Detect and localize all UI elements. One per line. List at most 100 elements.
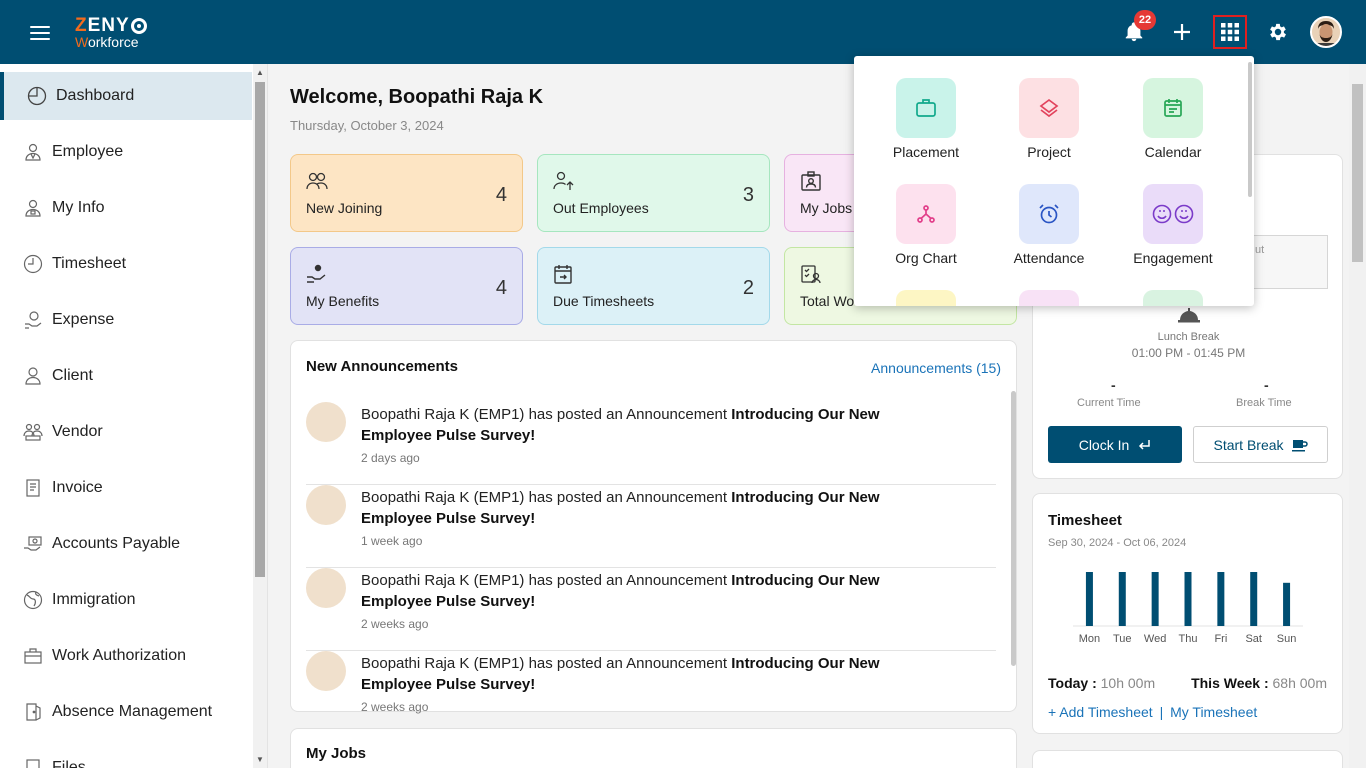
timesheet-title: Timesheet: [1048, 512, 1122, 529]
chart-bar-sun: [1283, 582, 1291, 626]
announcement-time: 1 week ago: [361, 534, 423, 548]
announcements-scrollbar[interactable]: [1011, 391, 1016, 666]
stat-label: Out Employees: [553, 200, 649, 216]
avatar: [306, 485, 346, 525]
sidebar-item-label: Employee: [52, 143, 124, 160]
add-timesheet-link[interactable]: + Add Timesheet: [1048, 704, 1153, 720]
avatar: [306, 568, 346, 608]
scroll-down-icon[interactable]: ▼: [256, 755, 264, 764]
org-chart-icon: [896, 184, 956, 244]
stat-card-due-timesheets[interactable]: Due Timesheets 2: [537, 247, 770, 325]
link-separator: |: [1159, 704, 1164, 720]
announcements-link[interactable]: Announcements (15): [871, 360, 1001, 376]
app-attendance[interactable]: Attendance: [994, 184, 1104, 266]
payable-icon: [22, 533, 44, 555]
user-out-icon: [553, 171, 575, 191]
top-bar: Z ENY Workforce 22: [0, 0, 1366, 64]
logo[interactable]: Z ENY Workforce: [75, 16, 147, 49]
sidebar-item-files[interactable]: Files: [0, 744, 252, 768]
today-hours: Today : 10h 00m: [1048, 675, 1156, 691]
sidebar-item-client[interactable]: Client: [0, 352, 252, 400]
app-label: Engagement: [1133, 250, 1213, 266]
sidebar-item-vendor[interactable]: Vendor: [0, 408, 252, 456]
clock-in-button[interactable]: Clock In: [1048, 426, 1182, 463]
menu-icon[interactable]: [30, 26, 50, 40]
hand-coin-icon: [306, 264, 328, 284]
avatar: [306, 402, 346, 442]
enter-icon: [1137, 439, 1151, 451]
list-item[interactable]: Boopathi Raja K (EMP1) has posted an Ann…: [306, 402, 996, 485]
app-calendar[interactable]: Calendar: [1118, 78, 1228, 160]
alarm-clock-icon: [1019, 184, 1079, 244]
stat-card-new-joining[interactable]: New Joining 4: [290, 154, 523, 232]
door-icon: [22, 701, 44, 723]
lunch-break-time: 01:00 PM - 01:45 PM: [1131, 346, 1246, 360]
user-info-icon: [22, 197, 44, 219]
timesheet-range: Sep 30, 2024 - Oct 06, 2024: [1048, 537, 1187, 549]
scroll-up-icon[interactable]: ▲: [256, 68, 264, 77]
sidebar-item-absence-management[interactable]: Absence Management: [0, 688, 252, 736]
stat-card-out-employees[interactable]: Out Employees 3: [537, 154, 770, 232]
sidebar-scroll-thumb[interactable]: [255, 82, 265, 577]
sidebar-item-immigration[interactable]: Immigration: [0, 576, 252, 624]
sidebar-item-dashboard[interactable]: Dashboard: [0, 72, 252, 120]
coffee-icon: [1291, 438, 1308, 452]
timesheet-card: Timesheet Sep 30, 2024 - Oct 06, 2024 Mo…: [1032, 493, 1343, 734]
avatar: [306, 651, 346, 691]
sidebar-item-expense[interactable]: Expense: [0, 296, 252, 344]
stat-value: 4: [495, 184, 507, 206]
sidebar-item-timesheet[interactable]: Timesheet: [0, 240, 252, 288]
person-icon: [22, 365, 44, 387]
notification-badge: 22: [1134, 10, 1156, 30]
sidebar-item-invoice[interactable]: Invoice: [0, 464, 252, 512]
app-tile-icon: [896, 290, 956, 306]
app-tile[interactable]: [994, 290, 1104, 306]
chart-tick-label: Sun: [1277, 633, 1297, 645]
app-engagement[interactable]: Engagement: [1118, 184, 1228, 266]
list-item[interactable]: Boopathi Raja K (EMP1) has posted an Ann…: [306, 651, 996, 714]
current-time-label: Current Time: [1077, 397, 1141, 409]
break-time-value: -: [1264, 377, 1269, 393]
start-break-button[interactable]: Start Break: [1193, 426, 1328, 463]
employee-icon: [22, 141, 44, 163]
app-tile-icon: [1143, 290, 1203, 306]
sidebar-item-employee[interactable]: Employee: [0, 128, 252, 176]
sidebar: Dashboard Employee My Info Timesheet Exp…: [0, 64, 268, 768]
app-launcher-scrollbar[interactable]: [1248, 62, 1252, 197]
chart-tick-label: Mon: [1079, 633, 1100, 645]
gear-icon[interactable]: [1262, 16, 1294, 48]
sidebar-item-my-info[interactable]: My Info: [0, 184, 252, 232]
announcement-text: Boopathi Raja K (EMP1) has posted an Ann…: [361, 655, 880, 693]
app-project[interactable]: Project: [994, 78, 1104, 160]
main-scroll-thumb[interactable]: [1352, 84, 1363, 262]
app-placement[interactable]: Placement: [871, 78, 981, 160]
stat-card-my-benefits[interactable]: My Benefits 4: [290, 247, 523, 325]
sidebar-item-label: Work Authorization: [52, 647, 186, 664]
vendor-icon: [22, 421, 44, 443]
sidebar-item-label: Expense: [52, 311, 115, 328]
sidebar-item-work-authorization[interactable]: Work Authorization: [0, 632, 252, 680]
chart-tick-label: Fri: [1214, 633, 1227, 645]
list-item[interactable]: Boopathi Raja K (EMP1) has posted an Ann…: [306, 568, 996, 651]
chart-bar-mon: [1085, 572, 1093, 626]
announcements-card: New Announcements Announcements (15) Boo…: [290, 340, 1017, 714]
user-avatar[interactable]: [1310, 16, 1342, 48]
calendar-icon: [1143, 78, 1203, 138]
sidebar-item-accounts-payable[interactable]: Accounts Payable: [0, 520, 252, 568]
layers-icon: [1019, 78, 1079, 138]
app-tile[interactable]: [1118, 290, 1228, 306]
announcement-text: Boopathi Raja K (EMP1) has posted an Ann…: [361, 406, 880, 444]
checklist-user-icon: [800, 264, 822, 284]
my-timesheet-link[interactable]: My Timesheet: [1170, 704, 1257, 720]
chart-bar-fri: [1217, 572, 1225, 626]
app-tile[interactable]: [871, 290, 981, 306]
announcement-time: 2 days ago: [361, 451, 420, 465]
app-org-chart[interactable]: Org Chart: [871, 184, 981, 266]
stat-label: My Benefits: [306, 293, 380, 309]
sidebar-scrollbar[interactable]: ▲ ▼: [253, 64, 267, 768]
apps-grid-icon[interactable]: [1213, 15, 1247, 49]
main-scrollbar[interactable]: [1349, 64, 1366, 768]
plus-icon[interactable]: [1166, 16, 1198, 48]
briefcase-icon: [22, 645, 44, 667]
list-item[interactable]: Boopathi Raja K (EMP1) has posted an Ann…: [306, 485, 996, 568]
